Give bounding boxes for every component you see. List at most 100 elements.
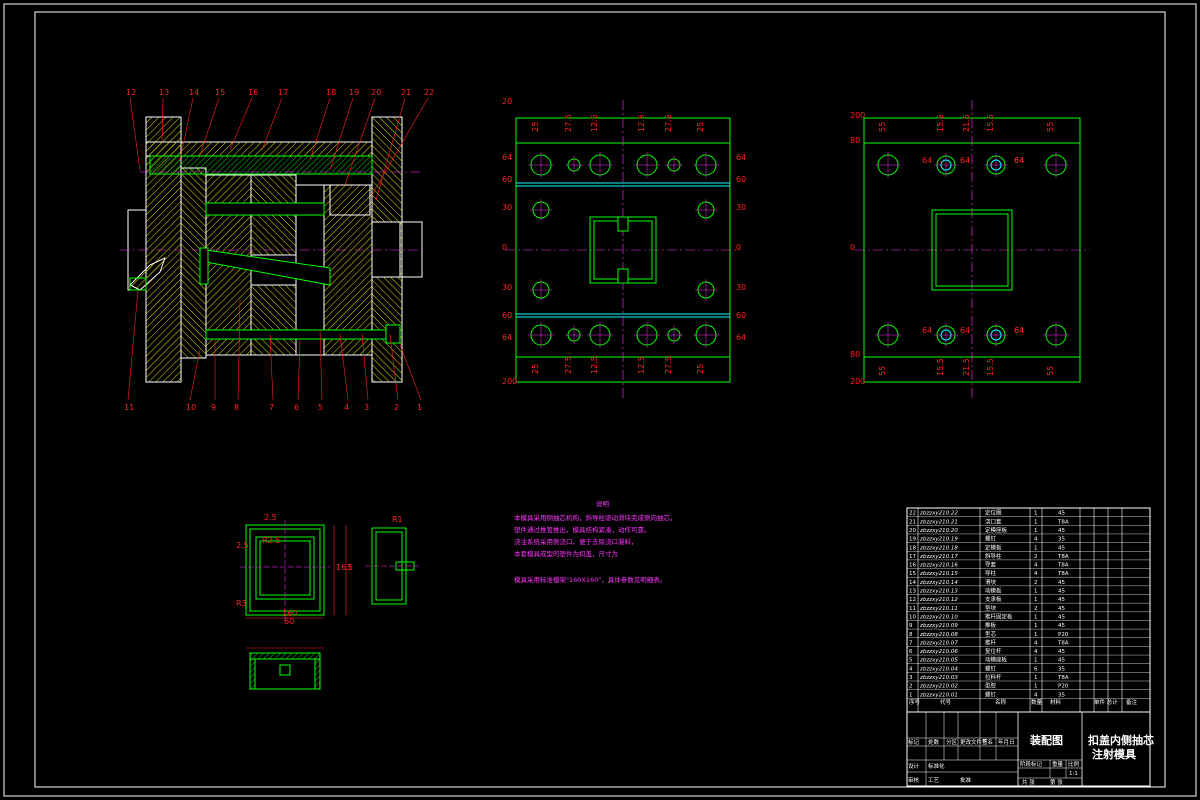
dimension-label: 15.5 [936, 114, 945, 132]
dimension-label: 30 [736, 203, 746, 212]
bom-qty: 1 [1034, 511, 1038, 517]
bom-name: 推杆 [985, 638, 997, 646]
assembly-section-view [120, 116, 425, 383]
drawing-name: 装配图 [1029, 733, 1063, 747]
dimension-label: 60 [502, 175, 512, 184]
bom-name: 导柱 [985, 569, 997, 577]
balloon-number: 8 [234, 403, 239, 412]
bom-name: 螺钉 [985, 664, 997, 672]
bom-material: 45 [1058, 580, 1065, 586]
bom-material: 45 [1058, 649, 1065, 655]
title-block-label: 审核 [908, 776, 920, 784]
part-dimension: 60 [284, 617, 294, 626]
title-block: 装配图 扣盖内侧抽芯 注射模具 1:1 [906, 711, 1154, 787]
dimension-label: 55 [878, 122, 887, 132]
bom-code: zbzzxy210.16 [919, 563, 958, 569]
bom-material: T8A [1057, 640, 1069, 646]
part-dimension: 2.5 [236, 541, 249, 550]
title-block-label: 标准化 [928, 762, 945, 770]
part-side-view [365, 527, 420, 605]
bom-material: 45 [1058, 511, 1065, 517]
product-name-line1: 扣盖内侧抽芯 [1088, 733, 1154, 747]
bom-name: 动模座板 [985, 656, 1008, 664]
balloon-leader [399, 344, 422, 401]
balloon-number: 21 [401, 88, 411, 97]
dimension-label: 15.5 [986, 358, 995, 376]
title-block-label: 设计 [908, 762, 920, 770]
bom-name: 定模板 [985, 543, 1002, 551]
balloon-number: 16 [248, 88, 258, 97]
bom-no: 22 [909, 511, 916, 517]
dimension-label: 64 [502, 153, 512, 162]
bom-code: zbzzxy210.03 [919, 675, 958, 681]
balloon-number: 22 [424, 88, 434, 97]
bom-no: 8 [909, 632, 913, 638]
title-block-label: 共 张 [1022, 778, 1035, 786]
bom-qty: 4 [1034, 692, 1038, 698]
bom-code: zbzzxy210.14 [919, 580, 958, 586]
dimension-label: 15.5 [986, 114, 995, 132]
bom-header-code: 代号 [940, 698, 952, 706]
bom-no: 14 [909, 580, 916, 586]
bom-qty: 6 [1034, 666, 1038, 672]
bom-name: 推杆固定板 [985, 612, 1013, 620]
bom-qty: 1 [1034, 589, 1038, 595]
outer-border [3, 3, 1197, 797]
bom-qty: 2 [1034, 554, 1038, 560]
bom-qty: 1 [1034, 519, 1038, 525]
dimension-label: 12.5 [637, 356, 646, 374]
bom-qty: 1 [1034, 614, 1038, 620]
dimension-label: 21.5 [962, 358, 971, 376]
bom-name: 滑块 [985, 578, 997, 586]
part-dimension: R1 [392, 515, 403, 524]
dimension-label: 25 [531, 364, 540, 374]
scale-value: 1:1 [1069, 771, 1078, 777]
title-block-label: 工艺 [928, 777, 940, 784]
balloon-leader [129, 97, 141, 171]
balloon-number: 9 [211, 403, 216, 412]
dimension-label: 200 [502, 377, 517, 386]
dimension-label: 200 [850, 111, 865, 120]
bom-no: 3 [909, 675, 913, 681]
dimension-label: 64 [922, 156, 932, 165]
bom-qty: 4 [1034, 563, 1038, 569]
balloon-number: 11 [124, 403, 134, 412]
bom-name: 定位圈 [985, 509, 1002, 517]
bom-material: 45 [1058, 589, 1065, 595]
bom-name: 拉料杆 [985, 673, 1002, 681]
dimension-label: 27.5 [664, 356, 673, 374]
bom-material: T8A [1057, 554, 1069, 560]
bom-no: 19 [909, 537, 916, 543]
bom-header-mat: 材料 [1050, 698, 1062, 706]
balloon-leader [297, 339, 301, 401]
notes-line-1: 本模具采用侧抽芯机构，斜导柱驱动滑块完成侧向抽芯， [514, 513, 677, 522]
dimension-label: 27.5 [564, 114, 573, 132]
bom-material: 35 [1058, 666, 1065, 672]
bom-qty: 1 [1034, 623, 1038, 629]
part-dimension: 5 [348, 563, 353, 572]
bom-code: zbzzxy210.08 [919, 632, 958, 638]
bom-material: 35 [1058, 692, 1065, 698]
notes-line-2: 塑件通过推管推出，模具结构紧凑，动作可靠。 [514, 525, 651, 534]
bom-header-name: 名称 [995, 698, 1007, 706]
dimension-label: 80 [850, 136, 860, 145]
bom-code: zbzzxy210.05 [919, 658, 958, 664]
bom-no: 13 [909, 589, 916, 595]
part-section-view [246, 647, 324, 690]
dimension-label: 12.5 [590, 356, 599, 374]
dimension-label: 80 [850, 350, 860, 359]
bom-material: T8A [1057, 563, 1069, 569]
bom-name: 螺钉 [985, 535, 997, 543]
bom-qty: 1 [1034, 597, 1038, 603]
bom-qty: 1 [1034, 675, 1038, 681]
dimension-label: 64 [922, 326, 932, 335]
bom-qty: 2 [1034, 606, 1038, 612]
bom-material: 45 [1058, 614, 1065, 620]
bom-header-remark: 备注 [1126, 698, 1138, 706]
plate2-holes: 200 80 0 80 200 55 55 15.5 15.5 21.5 21.5 15.5 15.5 5… [850, 111, 1069, 386]
dimension-label: 55 [878, 366, 887, 376]
bom-no: 17 [909, 554, 916, 560]
balloon-number: 2 [394, 403, 399, 412]
bom-material: 45 [1058, 597, 1065, 603]
bom-rows: 22 zbzzxy210.22 定位圈 1 4521 zbzzxy210.21 浇口套 1 T8… [907, 509, 1150, 699]
